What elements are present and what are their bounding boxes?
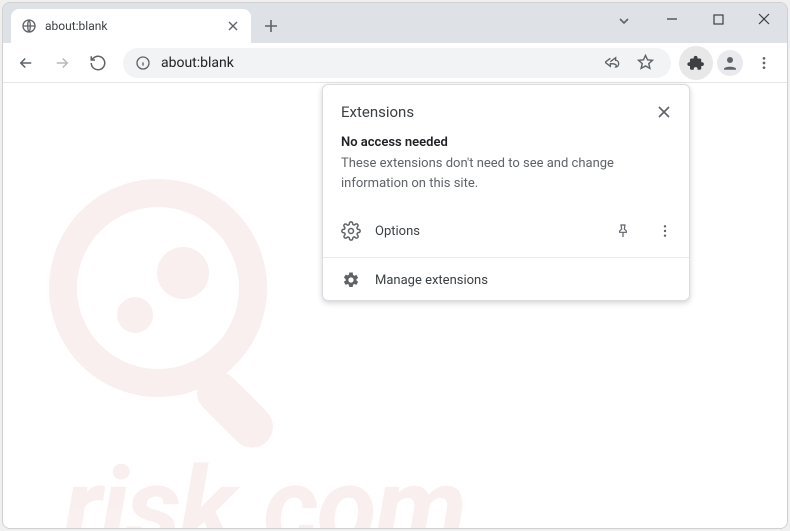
avatar-icon: [717, 50, 743, 76]
pin-icon[interactable]: [609, 217, 637, 245]
chevron-down-icon[interactable]: [611, 11, 637, 31]
share-icon[interactable]: [599, 49, 627, 77]
close-window-button[interactable]: [741, 3, 787, 35]
tab-title: about:blank: [45, 19, 217, 33]
globe-icon: [21, 18, 37, 34]
minimize-button[interactable]: [649, 3, 695, 35]
site-info-icon[interactable]: [135, 55, 151, 71]
menu-button[interactable]: [747, 46, 781, 80]
toolbar: [3, 43, 787, 83]
address-bar[interactable]: [123, 48, 671, 78]
popup-section-heading: No access needed: [341, 135, 671, 150]
reload-button[interactable]: [81, 46, 115, 80]
browser-window: about:blank: [2, 2, 788, 529]
separator: [323, 257, 689, 258]
new-tab-button[interactable]: [257, 12, 285, 40]
bookmark-star-icon[interactable]: [631, 49, 659, 77]
url-input[interactable]: [161, 55, 589, 71]
window-controls: [649, 3, 787, 35]
item-menu-icon[interactable]: [651, 217, 679, 245]
close-tab-icon[interactable]: [225, 18, 241, 34]
popup-title: Extensions: [341, 103, 414, 121]
back-button[interactable]: [9, 46, 43, 80]
extension-item-label: Options: [375, 224, 595, 239]
close-popup-button[interactable]: [651, 99, 677, 125]
extension-item[interactable]: Options: [323, 207, 689, 255]
profile-button[interactable]: [713, 46, 747, 80]
titlebar: about:blank: [3, 3, 787, 43]
browser-tab[interactable]: about:blank: [11, 9, 251, 43]
gear-outline-icon: [341, 221, 361, 241]
forward-button[interactable]: [45, 46, 79, 80]
gear-icon: [341, 270, 361, 290]
manage-extensions-label: Manage extensions: [375, 273, 679, 288]
extensions-popup: Extensions No access needed These extens…: [322, 84, 690, 301]
extensions-button[interactable]: [679, 46, 713, 80]
popup-section-body: These extensions don't need to see and c…: [341, 154, 671, 193]
manage-extensions-row[interactable]: Manage extensions: [323, 260, 689, 300]
watermark-text: risk.com: [63, 443, 465, 529]
maximize-button[interactable]: [695, 3, 741, 35]
